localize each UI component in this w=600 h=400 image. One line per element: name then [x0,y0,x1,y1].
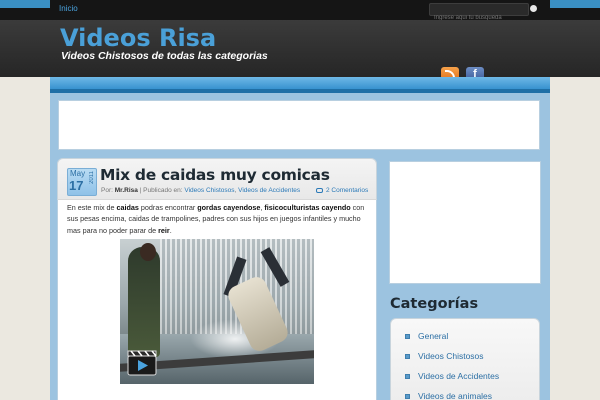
post-title[interactable]: Mix de caidas muy comicas [100,166,330,184]
comment-icon [316,188,323,193]
post-body-text: En este mix de [67,203,117,212]
post-body-bold: caidas [116,203,139,212]
sidebar-ad-box [389,161,541,284]
date-day: 17 [69,178,84,193]
bullet-icon [405,334,410,339]
video-play-icon[interactable] [127,350,157,376]
meta-cat-separator: , [234,187,237,194]
date-year: 2011 [89,171,95,184]
top-accent-left [0,0,50,8]
search-box [429,3,529,24]
top-accent-right [550,0,600,8]
category-item-videos-accidentes[interactable]: Videos de Accidentes [418,371,499,381]
post-category-link[interactable]: Videos Chistosos [184,187,234,194]
category-item-videos-chistosos[interactable]: Videos Chistosos [418,351,484,361]
bullet-icon [405,354,410,359]
post-body-text: podras encontrar [138,203,198,212]
post-body-bold: fisicoculturistas cayendo [264,203,351,212]
meta-published-label: | Publicado en: [139,187,183,194]
post-body: En este mix de caidas podras encontrar g… [67,202,369,236]
site-tagline: Videos Chistosos de todas las categorias [61,50,268,62]
post-body-text: . [169,225,172,235]
bullet-icon [405,374,410,379]
post-meta: Por: Mr.Risa | Publicado en: Videos Chis… [101,187,300,194]
thumb-person-head [140,243,156,261]
site-title[interactable]: Videos Risa [60,24,216,52]
post-category-link[interactable]: Videos de Accidentes [238,187,300,194]
date-month: May [70,169,86,178]
category-item-general[interactable]: General [418,331,448,341]
post-author[interactable]: Mr.Risa [115,187,138,194]
category-item-videos-animales[interactable]: Videos de animales [418,391,492,400]
post-body-bold: reir [158,225,170,235]
sidebar-heading: Categorías [390,296,479,312]
meta-by-label: Por: [101,187,113,194]
bullet-icon [405,394,410,399]
comments-link[interactable]: 2 Comentarios [326,187,368,194]
search-icon[interactable] [530,5,537,12]
top-ad-box [58,100,540,150]
post-body-bold: gordas cayendose [197,203,261,212]
thumb-person-standing [128,247,160,357]
video-thumbnail[interactable] [120,239,314,384]
nav-link-home[interactable]: Inicio [59,4,78,13]
